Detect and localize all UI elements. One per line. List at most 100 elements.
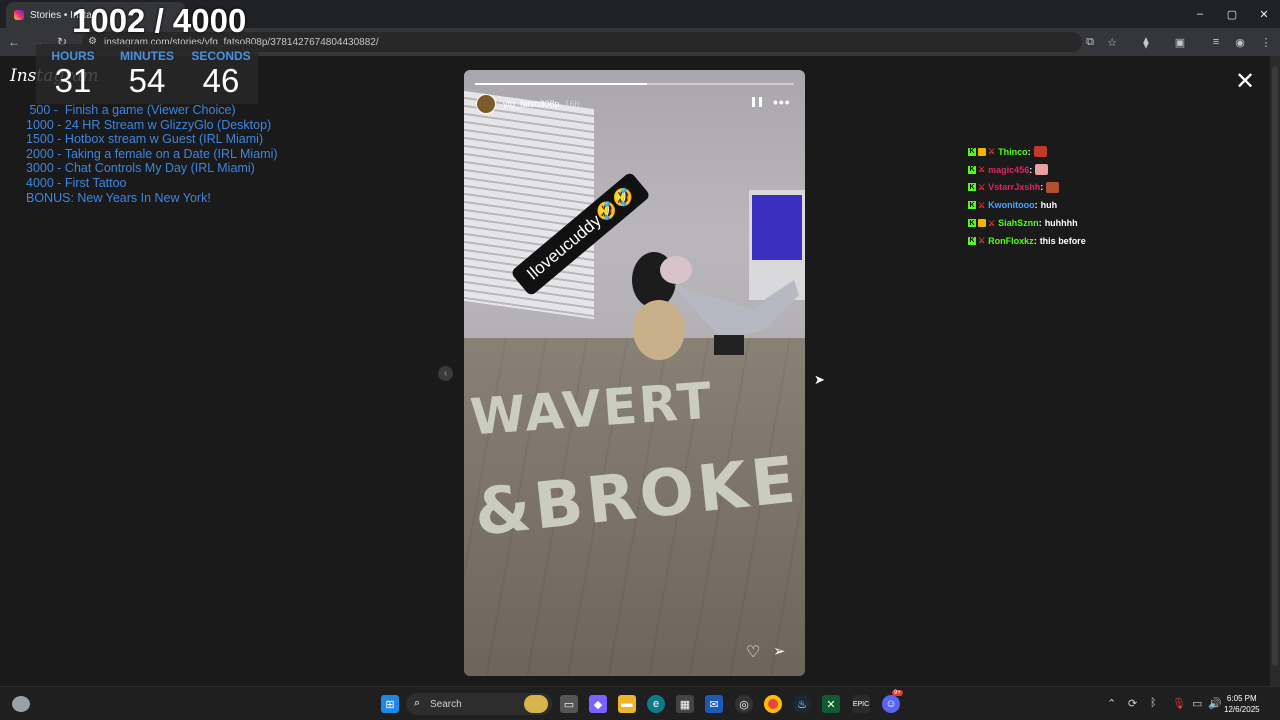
sword-badge-icon: ⚔ <box>978 165 986 175</box>
chat-overlay: K ⚔ Thinco: K ⚔ magic456: K ⚔ VstarrJxshh: K ⚔ Kwon… <box>968 143 1086 250</box>
window-controls: – ▢ ✕ <box>1184 0 1280 28</box>
story-progress-fill <box>475 83 648 85</box>
like-heart-icon[interactable]: ♡ <box>746 642 760 662</box>
weather-widget-icon[interactable] <box>12 696 30 712</box>
chat-username[interactable]: VstarrJxshh <box>988 182 1040 192</box>
discord-icon[interactable]: ☺ 9+ <box>882 690 903 713</box>
previous-story-icon[interactable]: ‹ <box>438 366 453 381</box>
kick-badge-icon: K <box>968 183 976 192</box>
sync-icon[interactable]: ⟳ <box>1128 697 1137 710</box>
edge-browser-icon[interactable]: e <box>647 695 665 713</box>
hours-value: 31 <box>54 62 92 99</box>
story-photo-money-letters: WAVERT &BROKE <box>464 370 805 610</box>
chat-separator: : <box>1034 200 1038 211</box>
chat-text: huh <box>1040 200 1058 211</box>
story-username[interactable]: yfg_fatso808p <box>503 99 560 109</box>
story-header: yfg_fatso808p 16h <box>476 94 580 114</box>
sword-badge-icon: ⚔ <box>978 182 986 192</box>
goal-item: 4000 - First Tattoo <box>26 175 127 190</box>
goal-item: 1500 - Hotbox stream w Guest (IRL Miami) <box>26 132 264 147</box>
bookmark-star-icon[interactable]: ☆ <box>1104 34 1120 50</box>
taskbar-clock[interactable]: 6:05 PM 12/6/2025 <box>1224 693 1260 715</box>
store-icon[interactable]: ▦ <box>676 695 694 713</box>
close-window-button[interactable]: ✕ <box>1248 0 1280 28</box>
money-text-line2: &BROKE <box>471 443 803 551</box>
steam-icon[interactable]: ♨ <box>793 695 811 713</box>
mail-icon[interactable]: ✉ <box>705 695 723 713</box>
timer-seconds: SECONDS 46 <box>184 44 258 99</box>
network-icon[interactable]: ▭ <box>1192 697 1202 710</box>
chat-separator: : <box>1033 235 1037 246</box>
sub-goal-counter: 1002 / 4000 <box>72 2 247 39</box>
stream-timer: HOURS 31 MINUTES 54 SECONDS 46 <box>36 44 258 104</box>
kick-badge-icon: K <box>968 147 976 156</box>
back-icon[interactable]: ← <box>6 34 22 50</box>
mouse-cursor-icon: ➤ <box>814 372 825 387</box>
more-options-icon[interactable]: ••• <box>773 94 791 110</box>
volume-icon[interactable]: 🔊 <box>1208 697 1222 710</box>
install-app-icon[interactable]: ⧉ <box>1082 34 1098 50</box>
chat-separator: : <box>1029 164 1033 175</box>
search-placeholder: Search <box>430 698 462 710</box>
avatar[interactable] <box>476 94 496 114</box>
seconds-label: SECONDS <box>191 49 251 63</box>
maximize-button[interactable]: ▢ <box>1216 0 1248 28</box>
chat-emote-icon <box>1035 164 1049 176</box>
close-story-icon[interactable]: ✕ <box>1235 70 1255 94</box>
windows-taskbar: ⊞ ⌕ Search ▭ ◆ ▬ e ▦ ✉ ◎ ♨ ✕ EPIC ☺ 9+ ⌃… <box>0 686 1280 720</box>
extensions-icon[interactable]: ⧫ <box>1138 34 1154 50</box>
kick-badge-icon: K <box>968 219 976 228</box>
chat-message: K ⚔ SiahSznn: huhhhh <box>968 214 1086 232</box>
chat-username[interactable]: magic456 <box>988 165 1029 175</box>
kick-badge-icon: K <box>968 165 976 174</box>
sidepanel-icon[interactable]: ▣ <box>1172 34 1188 50</box>
sword-badge-icon: ⚔ <box>978 200 986 210</box>
media-icon[interactable]: ≡ <box>1208 34 1224 50</box>
chat-emote-icon <box>1033 146 1047 158</box>
menu-icon[interactable]: ⋮ <box>1258 34 1274 50</box>
instagram-favicon-icon <box>14 10 24 20</box>
scrollbar-thumb[interactable] <box>1272 66 1278 666</box>
bluetooth-icon[interactable]: ᛒ <box>1150 697 1157 709</box>
story-viewer[interactable]: WAVERT &BROKE Iloveucuddy🤣🤣 yfg_fatso808… <box>464 70 805 676</box>
scrollbar[interactable] <box>1270 56 1280 686</box>
chat-text: this before <box>1039 235 1086 246</box>
copilot-icon[interactable]: ◆ <box>589 695 607 713</box>
minimize-button[interactable]: – <box>1184 0 1216 28</box>
start-windows-icon[interactable]: ⊞ <box>381 695 399 713</box>
search-icon: ⌕ <box>414 697 421 709</box>
story-progress-bar <box>475 83 794 85</box>
microphone-icon[interactable]: 🎙 <box>1172 697 1186 710</box>
chat-message: K ⚔ Kwonitooo: huh <box>968 196 1086 214</box>
chat-separator: : <box>1040 182 1044 193</box>
epic-games-icon[interactable]: EPIC <box>852 695 870 713</box>
money-text-line1: WAVERT <box>468 371 716 447</box>
chat-message: K ⚔ Thinco: <box>968 143 1086 161</box>
goal-item: BONUS: New Years In New York! <box>26 190 211 205</box>
kick-badge-icon: K <box>968 236 976 245</box>
chat-text: huhhhh <box>1044 218 1078 229</box>
subscriber-badge-icon <box>978 219 986 228</box>
subscriber-badge-icon <box>978 147 986 156</box>
task-view-icon[interactable]: ▭ <box>560 695 578 713</box>
share-send-icon[interactable]: ➢ <box>773 642 786 660</box>
chat-username[interactable]: Thinco <box>998 147 1028 157</box>
chat-separator: : <box>1038 218 1042 229</box>
chat-message: K ⚔ RonFloxkz: this before <box>968 232 1086 250</box>
obs-icon[interactable]: ◎ <box>735 695 753 713</box>
chat-username[interactable]: RonFloxkz <box>988 236 1034 246</box>
hours-label: HOURS <box>51 49 95 63</box>
tray-overflow-icon[interactable]: ⌃ <box>1107 697 1116 710</box>
timer-minutes: MINUTES 54 <box>110 44 184 99</box>
profile-icon[interactable]: ◉ <box>1232 34 1248 50</box>
sword-badge-icon: ⚔ <box>978 236 986 246</box>
excel-icon[interactable]: ✕ <box>822 695 840 713</box>
pause-icon[interactable] <box>752 97 762 109</box>
chat-username[interactable]: Kwonitooo <box>988 200 1035 210</box>
chat-separator: : <box>1027 146 1031 157</box>
file-explorer-icon[interactable]: ▬ <box>618 695 636 713</box>
chrome-icon[interactable] <box>764 695 782 713</box>
clock-time: 6:05 PM <box>1226 694 1257 703</box>
sword-badge-icon: ⚔ <box>988 147 996 157</box>
chat-username[interactable]: SiahSznn <box>998 218 1039 228</box>
